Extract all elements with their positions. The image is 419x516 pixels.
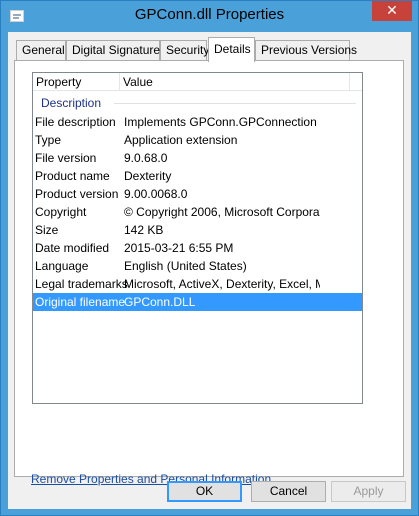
list-header: Property Value xyxy=(33,73,362,91)
cancel-button[interactable]: Cancel xyxy=(251,481,326,502)
property-value: English (United States) xyxy=(124,259,247,273)
close-icon: ✕ xyxy=(386,2,398,18)
property-value: 142 KB xyxy=(124,223,164,237)
property-value: Implements GPConn.GPConnection xyxy=(124,115,317,129)
group-label: Description xyxy=(41,96,102,110)
list-item[interactable]: Date modified 2015-03-21 6:55 PM xyxy=(33,239,362,257)
column-header-property[interactable]: Property xyxy=(33,73,120,91)
property-value: Dexterity xyxy=(124,169,172,183)
list-item[interactable]: Product version 9.00.0068.0 xyxy=(33,185,362,203)
property-name: File version xyxy=(35,151,97,165)
property-name: Product version xyxy=(35,187,119,201)
column-header-value[interactable]: Value xyxy=(120,73,350,91)
property-name: Date modified xyxy=(35,241,110,255)
list-item[interactable]: Legal trademarks Microsoft, ActiveX, Dext… xyxy=(33,275,362,293)
tab-general[interactable]: General xyxy=(16,40,66,60)
tab-label: Previous Versions xyxy=(261,43,358,57)
property-value: Application extension xyxy=(124,133,238,147)
list-item[interactable]: Type Application extension xyxy=(33,131,362,149)
property-name: Original filename xyxy=(35,295,126,309)
details-panel: Property Value Description File descript… xyxy=(14,60,404,486)
tab-label: General xyxy=(22,43,65,57)
close-button[interactable]: ✕ xyxy=(372,1,412,21)
property-value: GPConn.DLL xyxy=(124,295,196,309)
group-divider xyxy=(114,103,356,104)
property-name: File description xyxy=(35,115,116,129)
property-name: Size xyxy=(35,223,59,237)
group-header-description[interactable]: Description xyxy=(40,95,358,111)
tab-security[interactable]: Security xyxy=(160,40,210,60)
list-item[interactable]: Copyright © Copyright 2006, Microsoft Cor… xyxy=(33,203,362,221)
window-title: GPConn.dll Properties xyxy=(134,6,285,23)
property-value: Microsoft, ActiveX, Dexterity, Excel, Ma… xyxy=(124,277,320,291)
property-value: © Copyright 2006, Microsoft Corporatio..… xyxy=(124,205,320,219)
title-bar[interactable]: GPConn.dll Properties ✕ xyxy=(1,1,418,32)
property-name: Product name xyxy=(35,169,110,183)
apply-button[interactable]: Apply xyxy=(331,481,406,502)
list-item[interactable]: File description Implements GPConn.GPConn… xyxy=(33,113,362,131)
ok-button[interactable]: OK xyxy=(167,481,242,502)
tab-label: Digital Signatures xyxy=(72,43,167,57)
property-name: Type xyxy=(35,133,62,147)
tab-details[interactable]: Details xyxy=(208,37,255,62)
property-value: 2015-03-21 6:55 PM xyxy=(124,241,234,255)
list-item[interactable]: Product name Dexterity xyxy=(33,167,362,185)
property-value: 9.00.0068.0 xyxy=(124,187,188,201)
list-item[interactable]: Original filename GPConn.DLL xyxy=(33,293,362,311)
dialog-client: General Digital Signatures Security Deta… xyxy=(8,32,411,509)
tab-label: Security xyxy=(166,43,210,57)
tab-previous-versions[interactable]: Previous Versions xyxy=(255,40,357,60)
property-name: Language xyxy=(35,259,89,273)
property-value: 9.0.68.0 xyxy=(124,151,168,165)
tab-digital-signatures[interactable]: Digital Signatures xyxy=(66,40,166,60)
list-item[interactable]: File version 9.0.68.0 xyxy=(33,149,362,167)
properties-window: GPConn.dll Properties ✕ General Digital … xyxy=(0,0,419,516)
tab-label: Details xyxy=(214,42,251,56)
property-name: Copyright xyxy=(35,205,87,219)
list-item[interactable]: Size 142 KB xyxy=(33,221,362,239)
details-list[interactable]: Property Value Description File descript… xyxy=(32,72,363,404)
list-item[interactable]: Language English (United States) xyxy=(33,257,362,275)
property-name: Legal trademarks xyxy=(35,277,128,291)
